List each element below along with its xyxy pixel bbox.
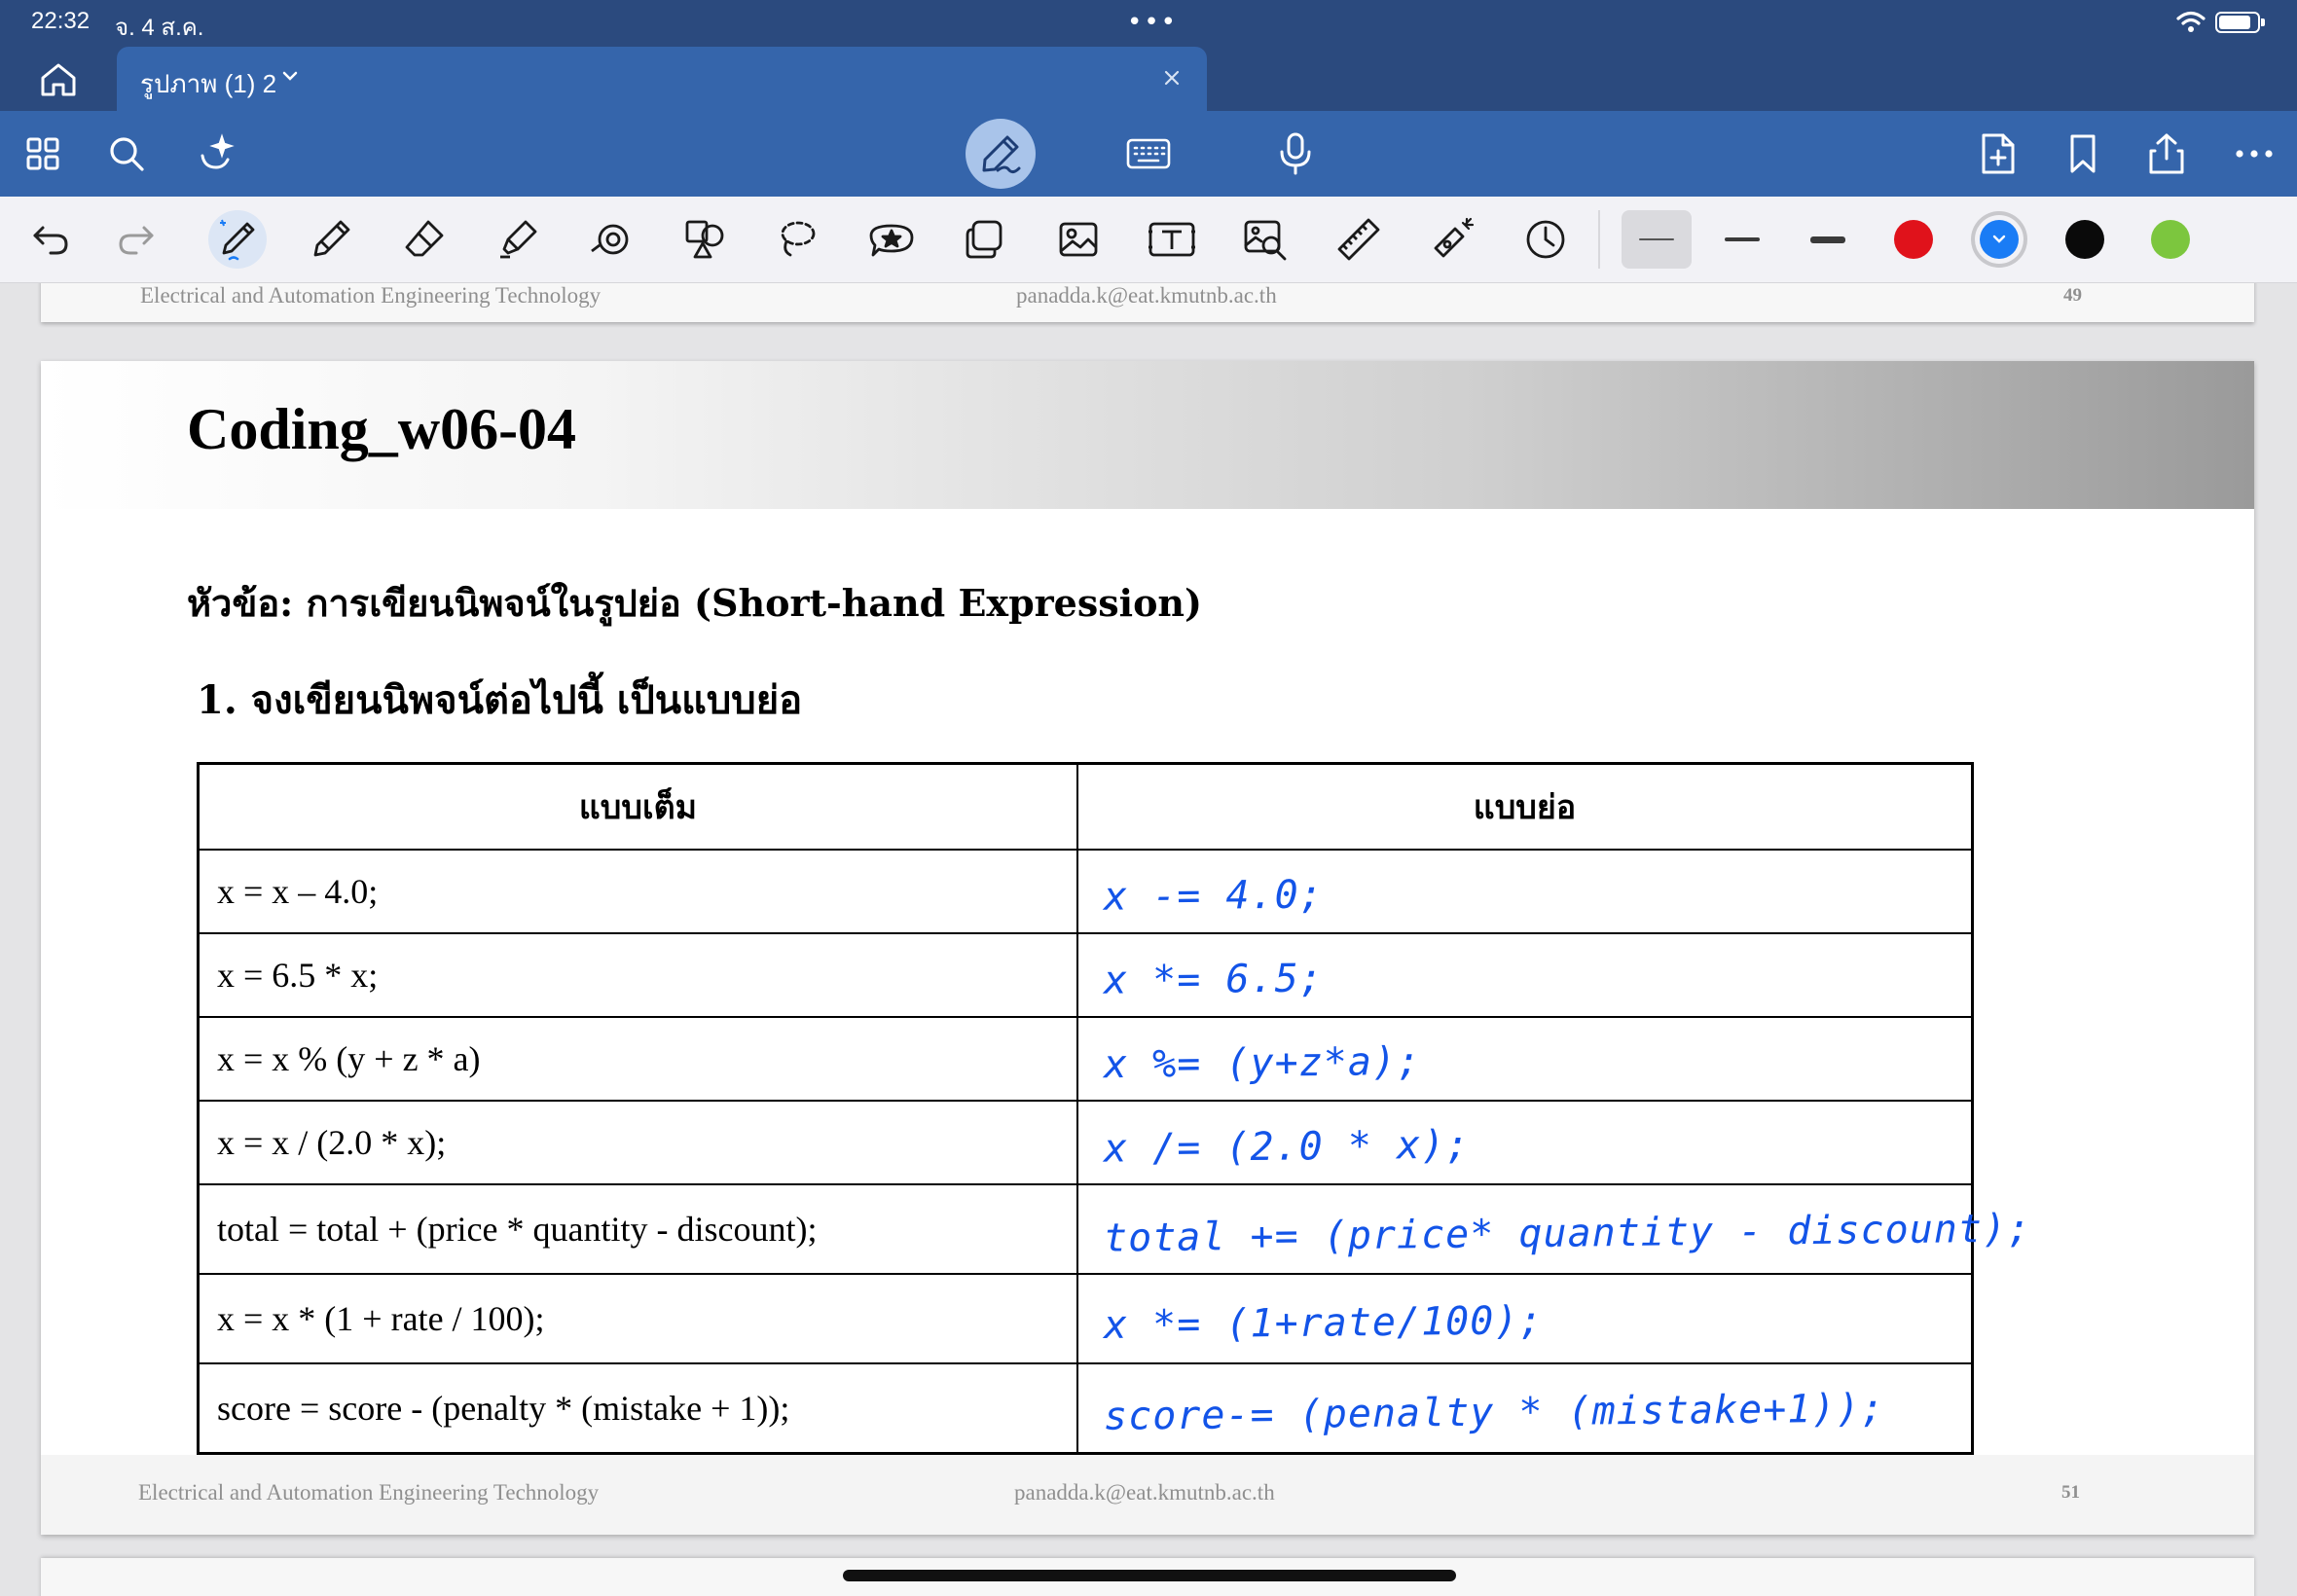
handwritten-answer: x -= 4.0;: [1103, 872, 1324, 920]
drawing-tools-bar: [0, 197, 2297, 283]
header-short-form: แบบย่อ: [1473, 788, 1577, 827]
document-tab-title: รูปภาพ (1) 2: [140, 69, 277, 98]
document-canvas[interactable]: Electrical and Automation Engineering Te…: [0, 283, 2297, 1596]
footer-left: Electrical and Automation Engineering Te…: [138, 1480, 600, 1505]
status-date: จ. 4 ส.ค.: [115, 15, 204, 41]
question-text: 1. จงเขียนนิพจน์ต่อไปนี้ เป็นแบบย่อ: [197, 677, 803, 723]
full-expression: score = score - (penalty * (mistake + 1)…: [200, 1364, 1078, 1452]
full-expression: x = x * (1 + rate / 100);: [200, 1275, 1078, 1362]
slide: Coding_w06-04 หัวข้อ: การเขียนนิพจน์ในรู…: [41, 361, 2254, 1535]
keyboard-icon[interactable]: [1123, 128, 1174, 179]
table-header-row: แบบเต็ม แบบย่อ: [200, 765, 1971, 849]
stroke-medium-option[interactable]: [1707, 210, 1777, 269]
slide-header: Coding_w06-04: [41, 361, 2254, 509]
text-box-icon[interactable]: [1143, 210, 1201, 269]
toolbar-divider: [1598, 210, 1600, 269]
expression-table: แบบเต็ม แบบย่อ x = x – 4.0; x -= 4.0; x …: [197, 762, 2031, 1455]
stroke-thick-option[interactable]: [1793, 210, 1863, 269]
slide-footer: Electrical and Automation Engineering Te…: [41, 1455, 2254, 1535]
microphone-icon[interactable]: [1270, 128, 1321, 179]
undo-icon[interactable]: [21, 210, 80, 269]
home-icon[interactable]: [33, 58, 84, 101]
close-icon[interactable]: [1162, 68, 1182, 88]
multitasking-dots-icon[interactable]: •••: [1127, 8, 1178, 37]
table-row: x = x – 4.0; x -= 4.0;: [200, 849, 1971, 932]
slide-topic: หัวข้อ: การเขียนนิพจน์ในรูปย่อ (Short-ha…: [187, 581, 1203, 625]
search-icon[interactable]: [101, 128, 152, 179]
full-expression: total = total + (price * quantity - disc…: [200, 1185, 1078, 1273]
grid-icon[interactable]: [18, 128, 68, 179]
history-icon[interactable]: [1516, 210, 1575, 269]
prev-footer-left: Electrical and Automation Engineering Te…: [140, 283, 602, 308]
table-row: x = x / (2.0 * x); x /= (2.0 * x);: [200, 1100, 1971, 1183]
home-indicator[interactable]: [843, 1570, 1456, 1581]
table-row: total = total + (price * quantity - disc…: [200, 1183, 2031, 1273]
highlighter-icon[interactable]: [489, 210, 547, 269]
color-swatch-black[interactable]: [2065, 220, 2104, 259]
elements-icon[interactable]: [956, 210, 1014, 269]
shapes-icon[interactable]: [675, 210, 734, 269]
handwritten-answer: x *= (1+rate/100);: [1103, 1298, 1544, 1348]
more-icon[interactable]: [2229, 128, 2279, 179]
color-swatch-green[interactable]: [2151, 220, 2190, 259]
ai-sparkle-icon[interactable]: [191, 128, 241, 179]
laser-pointer-icon[interactable]: [1423, 210, 1481, 269]
status-time: 22:32: [31, 8, 91, 34]
document-tab[interactable]: รูปภาพ (1) 2: [117, 47, 1207, 111]
full-expression: x = x % (y + z * a): [200, 1018, 1078, 1100]
full-expression: x = x / (2.0 * x);: [200, 1102, 1078, 1183]
color-swatch-red[interactable]: [1894, 220, 1933, 259]
chevron-down-icon: [1992, 235, 2006, 243]
table-row: x = x * (1 + rate / 100); x *= (1+rate/1…: [200, 1273, 1971, 1362]
table-row: x = 6.5 * x; x *= 6.5;: [200, 932, 1971, 1016]
full-expression: x = x – 4.0;: [200, 851, 1078, 932]
ruler-icon[interactable]: [1330, 210, 1388, 269]
tape-icon[interactable]: [582, 210, 640, 269]
wifi-icon: [2176, 11, 2206, 32]
pencil-icon[interactable]: [302, 210, 360, 269]
handwritten-answer: score-= (penalty * (mistake+1));: [1103, 1386, 1885, 1439]
image-icon[interactable]: [1049, 210, 1108, 269]
redo-icon[interactable]: [107, 210, 165, 269]
handwritten-answer: x *= 6.5;: [1103, 956, 1324, 1003]
slide-title: Coding_w06-04: [187, 397, 577, 461]
handwritten-answer: total += (price* quantity - discount);: [1103, 1206, 2032, 1261]
eraser-icon[interactable]: [395, 210, 454, 269]
previous-slide: Electrical and Automation Engineering Te…: [41, 283, 2254, 322]
stroke-thin-option[interactable]: [1622, 210, 1692, 269]
bookmark-icon[interactable]: [2058, 128, 2108, 179]
page-number: 51: [2061, 1482, 2080, 1503]
handwritten-answer: x /= (2.0 * x);: [1103, 1122, 1471, 1172]
ballpoint-pen-icon[interactable]: [208, 210, 267, 269]
lasso-icon[interactable]: [769, 210, 827, 269]
battery-icon: [2215, 12, 2265, 33]
sticker-icon[interactable]: [862, 210, 921, 269]
add-page-icon[interactable]: [1972, 128, 2023, 179]
share-icon[interactable]: [2141, 128, 2192, 179]
footer-email: panadda.k@eat.kmutnb.ac.th: [1014, 1480, 1275, 1505]
header-full-form: แบบเต็ม: [200, 765, 1078, 849]
table-row: x = x % (y + z * a) x %= (y+z*a);: [200, 1016, 1971, 1100]
chevron-down-icon[interactable]: [280, 66, 300, 86]
pen-handwriting-icon[interactable]: [966, 119, 1036, 189]
main-toolbar: [0, 111, 2297, 197]
image-search-icon[interactable]: [1236, 210, 1294, 269]
table-row: score = score - (penalty * (mistake + 1)…: [200, 1362, 1971, 1452]
prev-page-number: 49: [2063, 285, 2082, 306]
full-expression: x = 6.5 * x;: [200, 934, 1078, 1016]
status-bar: 22:32 จ. 4 ส.ค. •••: [0, 0, 2297, 45]
handwritten-answer: x %= (y+z*a);: [1103, 1038, 1422, 1088]
color-swatch-blue[interactable]: [1980, 220, 2019, 259]
tab-strip: รูปภาพ (1) 2: [0, 45, 2297, 111]
prev-footer-email: panadda.k@eat.kmutnb.ac.th: [1016, 283, 1277, 308]
